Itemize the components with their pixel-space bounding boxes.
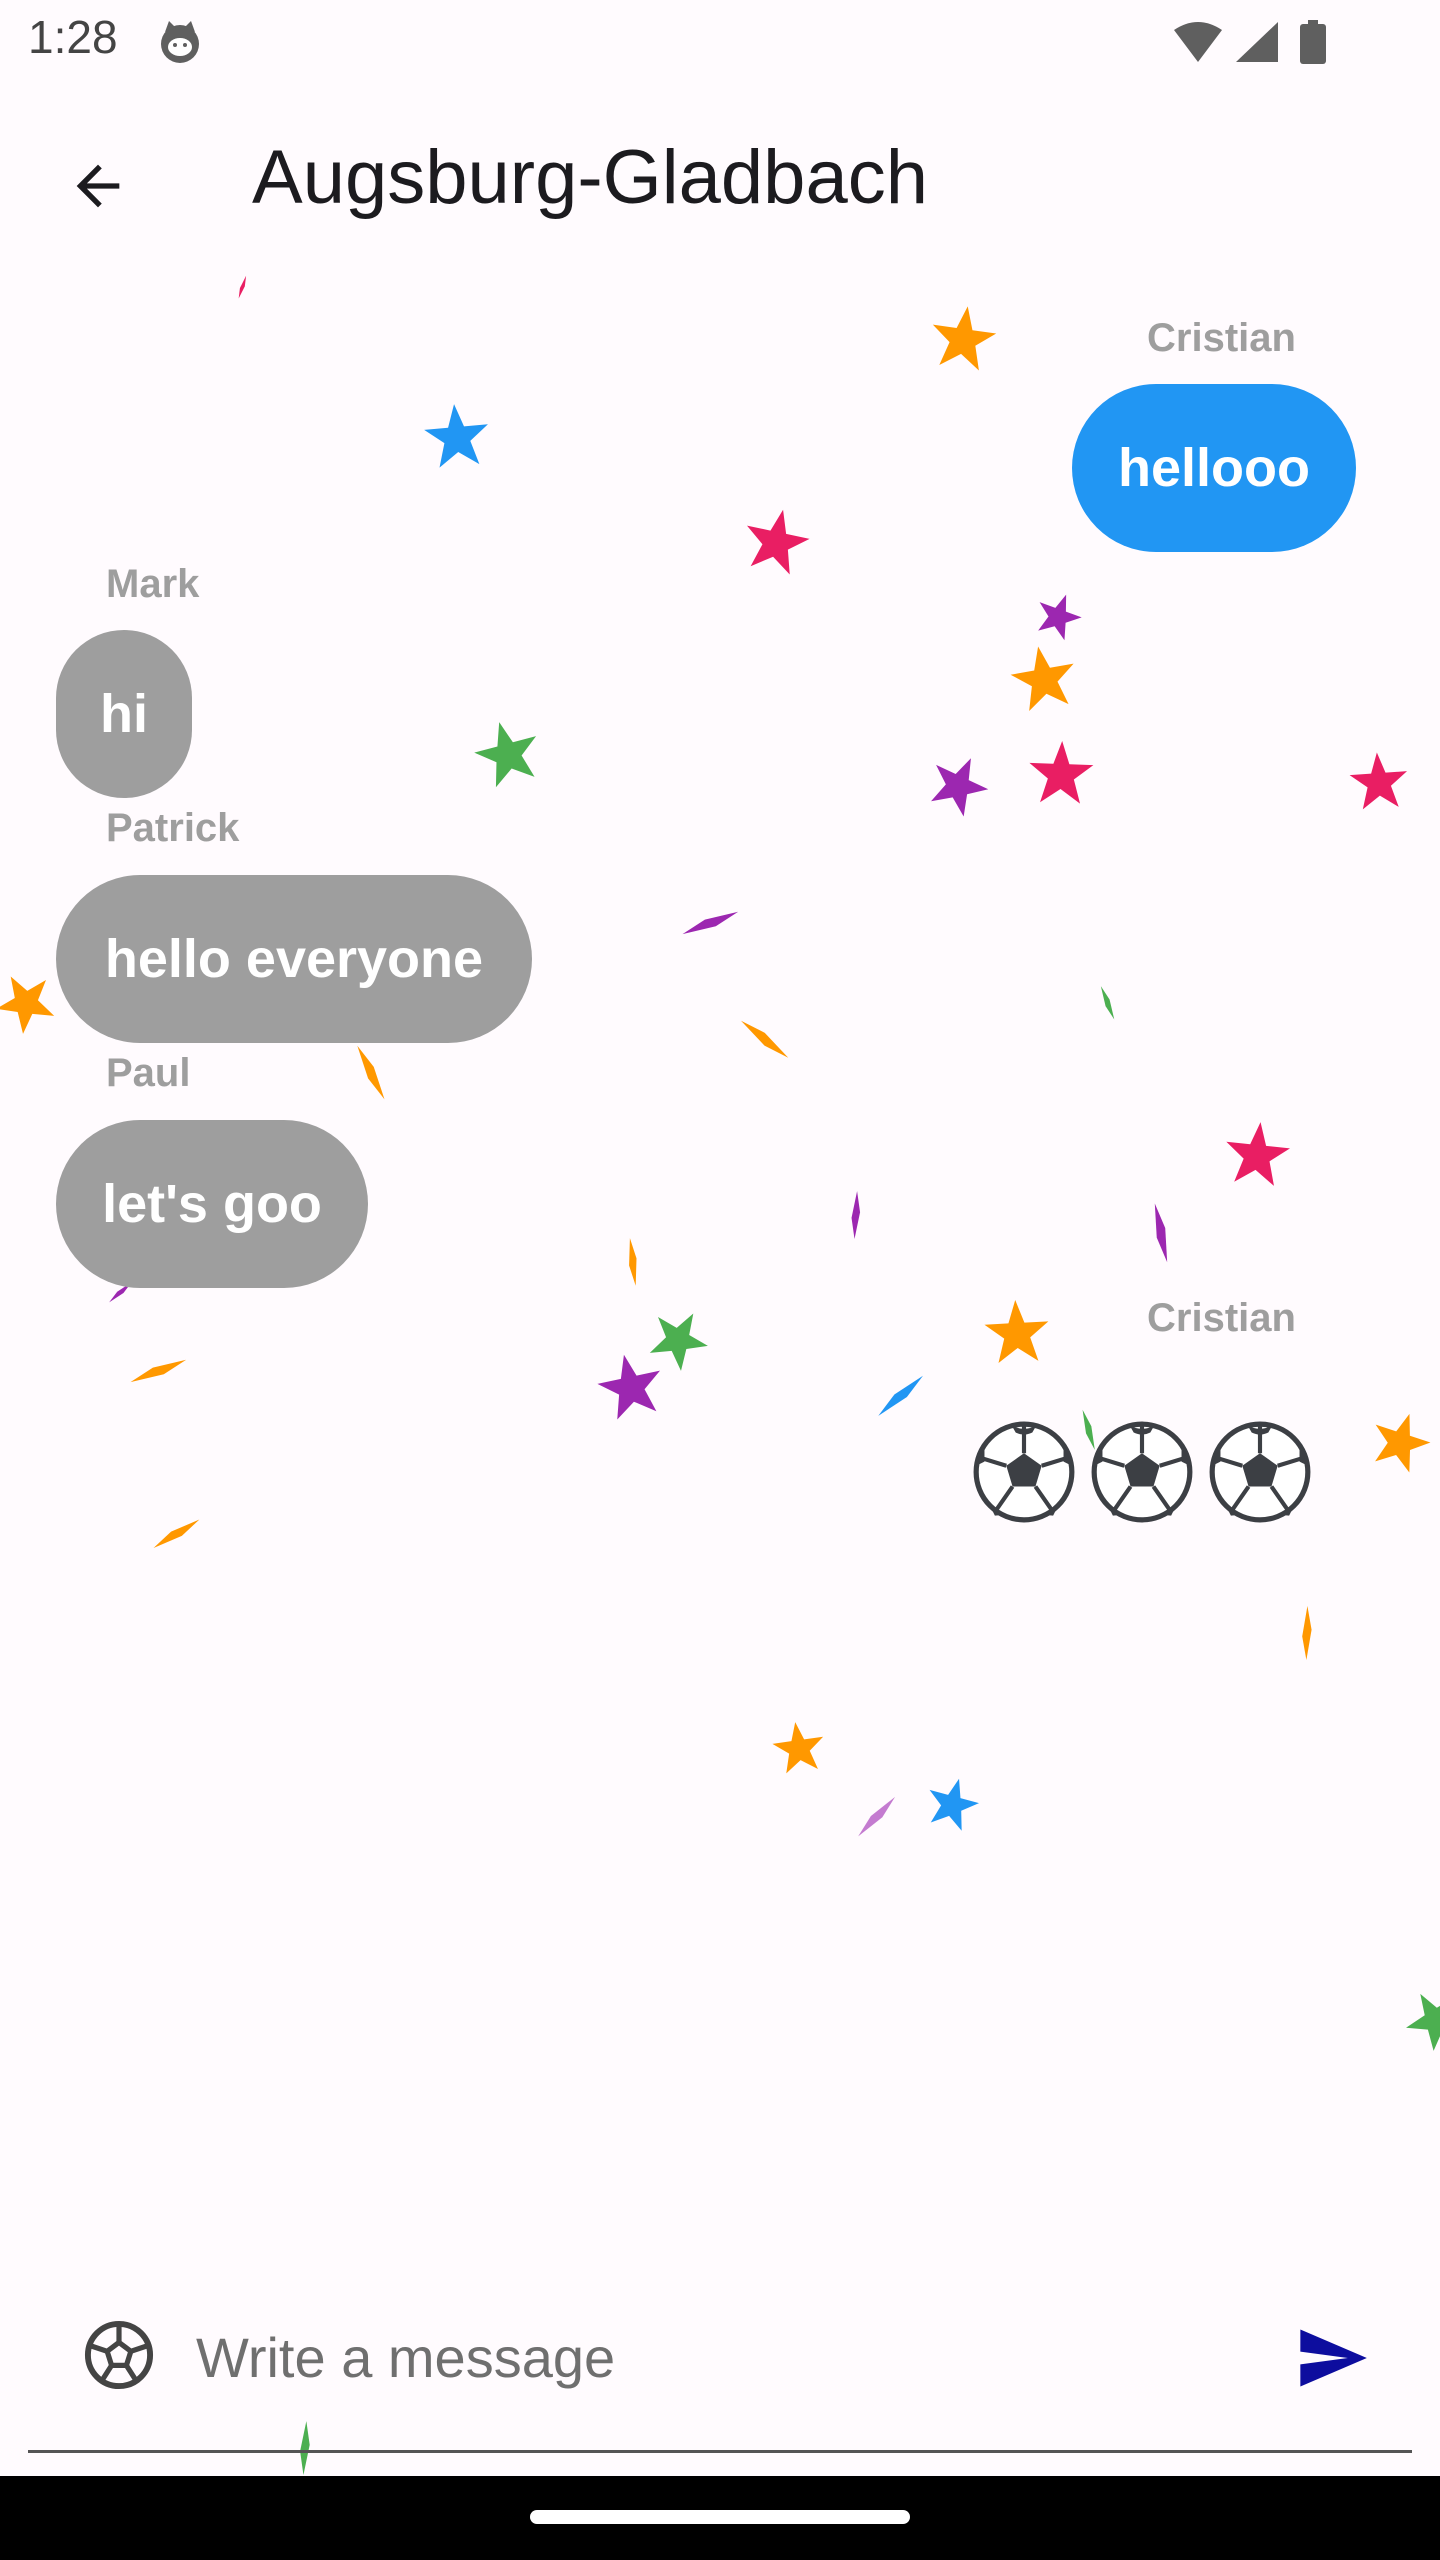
message-sender: Paul	[106, 1051, 191, 1095]
confetti-star	[983, 1298, 1051, 1364]
confetti-star	[1364, 1404, 1437, 1476]
confetti-star	[738, 503, 815, 578]
emoji-message[interactable]	[972, 1420, 1312, 1524]
confetti-star	[592, 1348, 669, 1423]
message-bubble[interactable]: let's goo	[56, 1120, 368, 1288]
confetti-shard	[854, 1794, 899, 1839]
confetti-shard	[874, 1372, 927, 1419]
confetti-star	[769, 1718, 828, 1775]
confetti-star	[0, 962, 64, 1040]
navigation-bar	[0, 2476, 1440, 2560]
message-input[interactable]	[194, 2308, 1258, 2406]
confetti-shard	[128, 1355, 189, 1386]
confetti-shard	[1300, 1605, 1313, 1661]
soccer-ball-emoji	[973, 1421, 1075, 1523]
status-bar: 1:28	[0, 0, 1440, 84]
soccer-ball-emoji	[1209, 1421, 1311, 1523]
confetti-shard	[1150, 1202, 1172, 1264]
confetti-star	[640, 1299, 719, 1377]
confetti-shard	[738, 1016, 791, 1063]
confetti-star	[927, 301, 1000, 373]
message-sender: Patrick	[106, 806, 240, 850]
confetti-star	[1028, 739, 1095, 805]
home-gesture-handle[interactable]	[530, 2510, 910, 2524]
confetti-shard	[680, 907, 741, 938]
cat-notification-icon	[161, 21, 199, 63]
confetti-star	[921, 1772, 984, 1834]
message-composer	[28, 2290, 1412, 2453]
message-sender: Cristian	[1147, 316, 1296, 360]
chat-screen: 1:28 Augsburg-Gladbach Cristian hellooo …	[0, 0, 1440, 2560]
arrow-back-icon	[76, 164, 120, 208]
message-sender: Cristian	[1147, 1296, 1296, 1340]
cellular-signal-icon	[1236, 22, 1278, 62]
status-time: 1:28	[28, 11, 118, 63]
message-bubble[interactable]: hellooo	[1072, 384, 1356, 552]
back-button[interactable]	[50, 138, 146, 234]
confetti-star	[1348, 750, 1410, 811]
confetti-shard	[849, 1190, 862, 1240]
confetti-star	[1397, 1978, 1440, 2058]
confetti-shard	[353, 1043, 389, 1102]
message-bubble[interactable]: hello everyone	[56, 875, 532, 1043]
soccer-ball-icon	[84, 2320, 154, 2390]
wifi-icon	[1174, 22, 1222, 62]
system-status-icons	[1174, 20, 1326, 64]
confetti-star	[921, 746, 998, 822]
message-sender: Mark	[106, 562, 200, 606]
confetti-shard	[626, 1237, 639, 1287]
soccer-ball-emoji	[1091, 1421, 1193, 1523]
send-icon	[1300, 2329, 1367, 2387]
chat-title: Augsburg-Gladbach	[252, 135, 928, 220]
confetti-shard	[150, 1516, 203, 1552]
confetti-star	[1030, 586, 1088, 644]
confetti-star	[1006, 640, 1081, 714]
confetti-shard	[236, 275, 249, 300]
app-bar: Augsburg-Gladbach	[0, 84, 1440, 276]
send-button[interactable]	[1282, 2308, 1382, 2408]
message-bubble[interactable]: hi	[56, 630, 192, 798]
confetti-star	[1222, 1118, 1293, 1188]
confetti-shard	[1098, 984, 1117, 1021]
confetti-star	[422, 401, 492, 469]
emoji-button[interactable]	[74, 2310, 164, 2400]
confetti-star	[468, 713, 547, 791]
battery-icon	[1300, 20, 1326, 64]
